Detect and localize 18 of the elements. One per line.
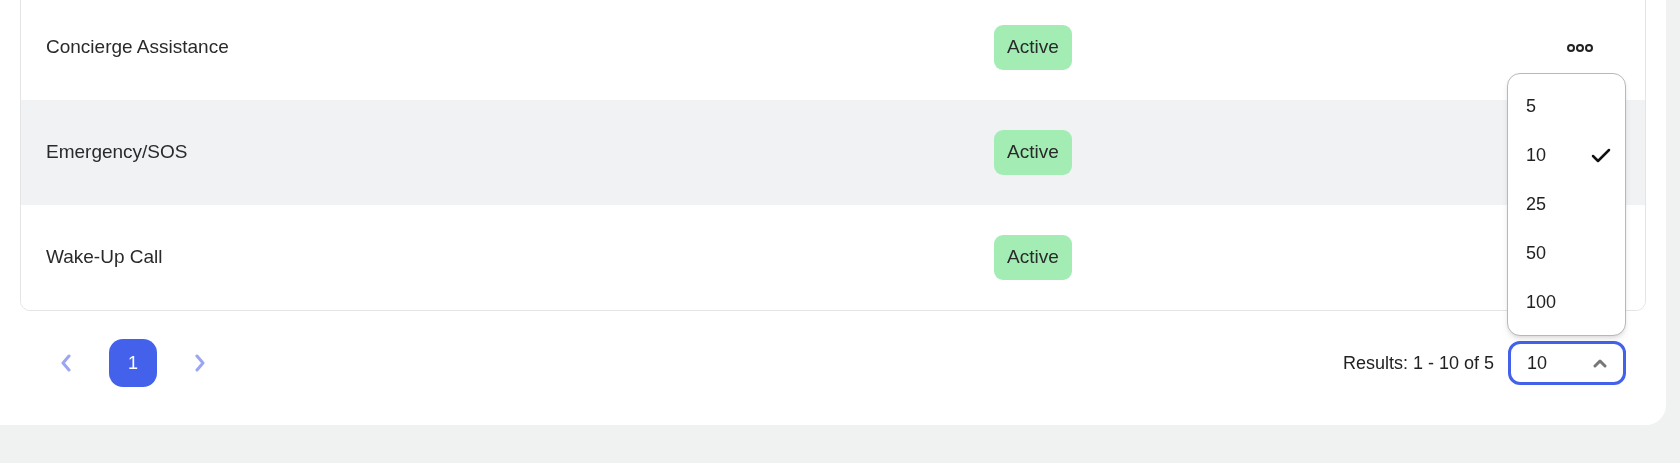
service-name: Emergency/SOS: [45, 140, 189, 165]
page-button[interactable]: 1: [109, 339, 157, 387]
more-options-icon[interactable]: [1567, 42, 1593, 53]
chevron-up-icon: [1593, 358, 1607, 368]
service-name: Concierge Assistance: [45, 35, 230, 60]
status-badge: Active: [994, 130, 1072, 175]
menu-option[interactable]: 100: [1508, 278, 1625, 327]
results-text: Results: 1 - 10 of 5: [1342, 351, 1494, 375]
status-badge: Active: [994, 25, 1072, 70]
menu-option[interactable]: 5: [1508, 82, 1625, 131]
status-badge: Active: [994, 235, 1072, 280]
menu-option[interactable]: 25: [1508, 180, 1625, 229]
chevron-left-icon[interactable]: [60, 354, 72, 372]
menu-option[interactable]: 10: [1508, 131, 1625, 180]
chevron-right-icon[interactable]: [194, 354, 206, 372]
page-size-select[interactable]: 10: [1508, 341, 1626, 385]
service-name: Wake-Up Call: [45, 245, 164, 270]
menu-option[interactable]: 50: [1508, 229, 1625, 278]
